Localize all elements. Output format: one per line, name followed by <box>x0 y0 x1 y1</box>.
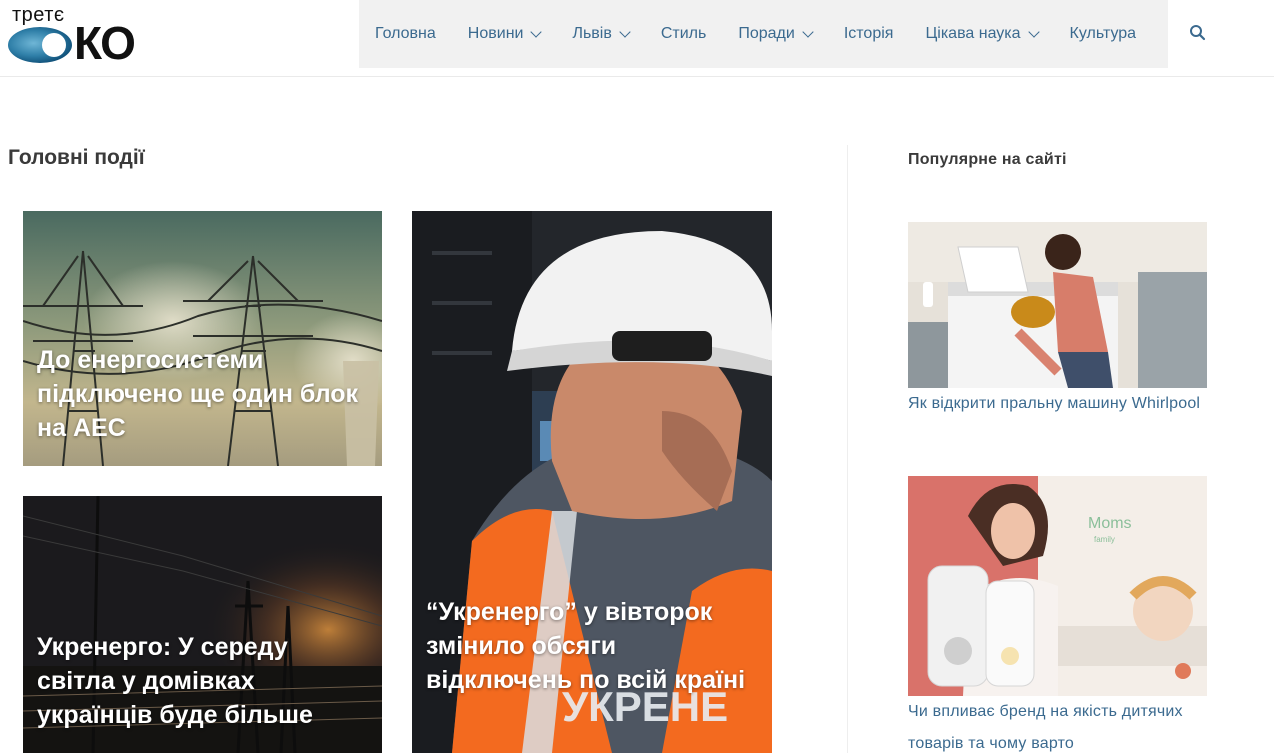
logo-main-text: КО <box>74 17 136 69</box>
nav-item-label: Головна <box>375 25 436 42</box>
washing-machine-image <box>908 222 1207 388</box>
nav-item-news[interactable]: Новини <box>467 25 543 43</box>
nav-item-label: Культура <box>1069 25 1137 42</box>
baby-monitor-image: Moms family <box>908 476 1207 696</box>
news-card[interactable]: До енергосистеми підключено ще один блок… <box>23 211 382 466</box>
nav-item-label: Стиль <box>660 25 707 42</box>
nav-item-culture[interactable]: Культура <box>1070 25 1137 43</box>
brand-logo-text: Moms <box>1088 515 1132 532</box>
brand-logo-subtext: family <box>1094 535 1115 544</box>
nav-item-science[interactable]: Цікава наука <box>925 25 1040 43</box>
nav-item-tips[interactable]: Поради <box>738 25 814 43</box>
chevron-down-icon <box>530 25 543 38</box>
site-logo[interactable]: третє КО <box>8 4 153 68</box>
main-navigation: Головна Новини Львів Стиль Поради Історі… <box>359 0 1168 68</box>
chevron-down-icon <box>802 25 814 38</box>
sidebar-divider <box>847 145 848 753</box>
section-title: Головні події <box>8 146 145 169</box>
news-card[interactable]: УКРЕНЕ “Укренерго” у вівторок змінило об… <box>412 211 772 753</box>
card-title: Укренерго: У середу світла у домівках ук… <box>37 633 313 729</box>
card-title: “Укренерго” у вівторок змінило обсяги ві… <box>426 598 746 694</box>
popular-post-link[interactable]: Як відкрити пральну машину Whirlpool <box>908 388 1208 420</box>
nav-item-lviv[interactable]: Львів <box>572 25 631 43</box>
card-title: До енергосистеми підключено ще один блок… <box>37 346 359 442</box>
popular-post-link[interactable]: Чи впливає бренд на якість дитячих товар… <box>908 696 1208 753</box>
nav-item-history[interactable]: Історія <box>844 25 894 43</box>
logo-top-text: третє <box>12 4 65 26</box>
nav-item-style[interactable]: Стиль <box>661 25 707 43</box>
post-thumbnail[interactable]: Moms family <box>908 476 1207 696</box>
nav-item-label: Поради <box>738 25 795 42</box>
chevron-down-icon <box>1027 25 1040 38</box>
nav-item-label: Львів <box>572 25 612 42</box>
site-header: третє КО Головна Новини Львів Стиль Пора… <box>0 0 1274 77</box>
sidebar-title: Популярне на сайті <box>908 151 1067 168</box>
post-thumbnail[interactable] <box>908 222 1207 388</box>
news-card[interactable]: Укренерго: У середу світла у домівках ук… <box>23 496 382 753</box>
nav-item-label: Новини <box>467 25 524 42</box>
nav-item-label: Цікава наука <box>925 25 1021 42</box>
nav-item-label: Історія <box>843 25 894 42</box>
search-icon[interactable] <box>1188 23 1208 43</box>
nav-item-home[interactable]: Головна <box>375 25 436 43</box>
chevron-down-icon <box>619 25 631 38</box>
eye-logo-icon <box>8 27 72 63</box>
